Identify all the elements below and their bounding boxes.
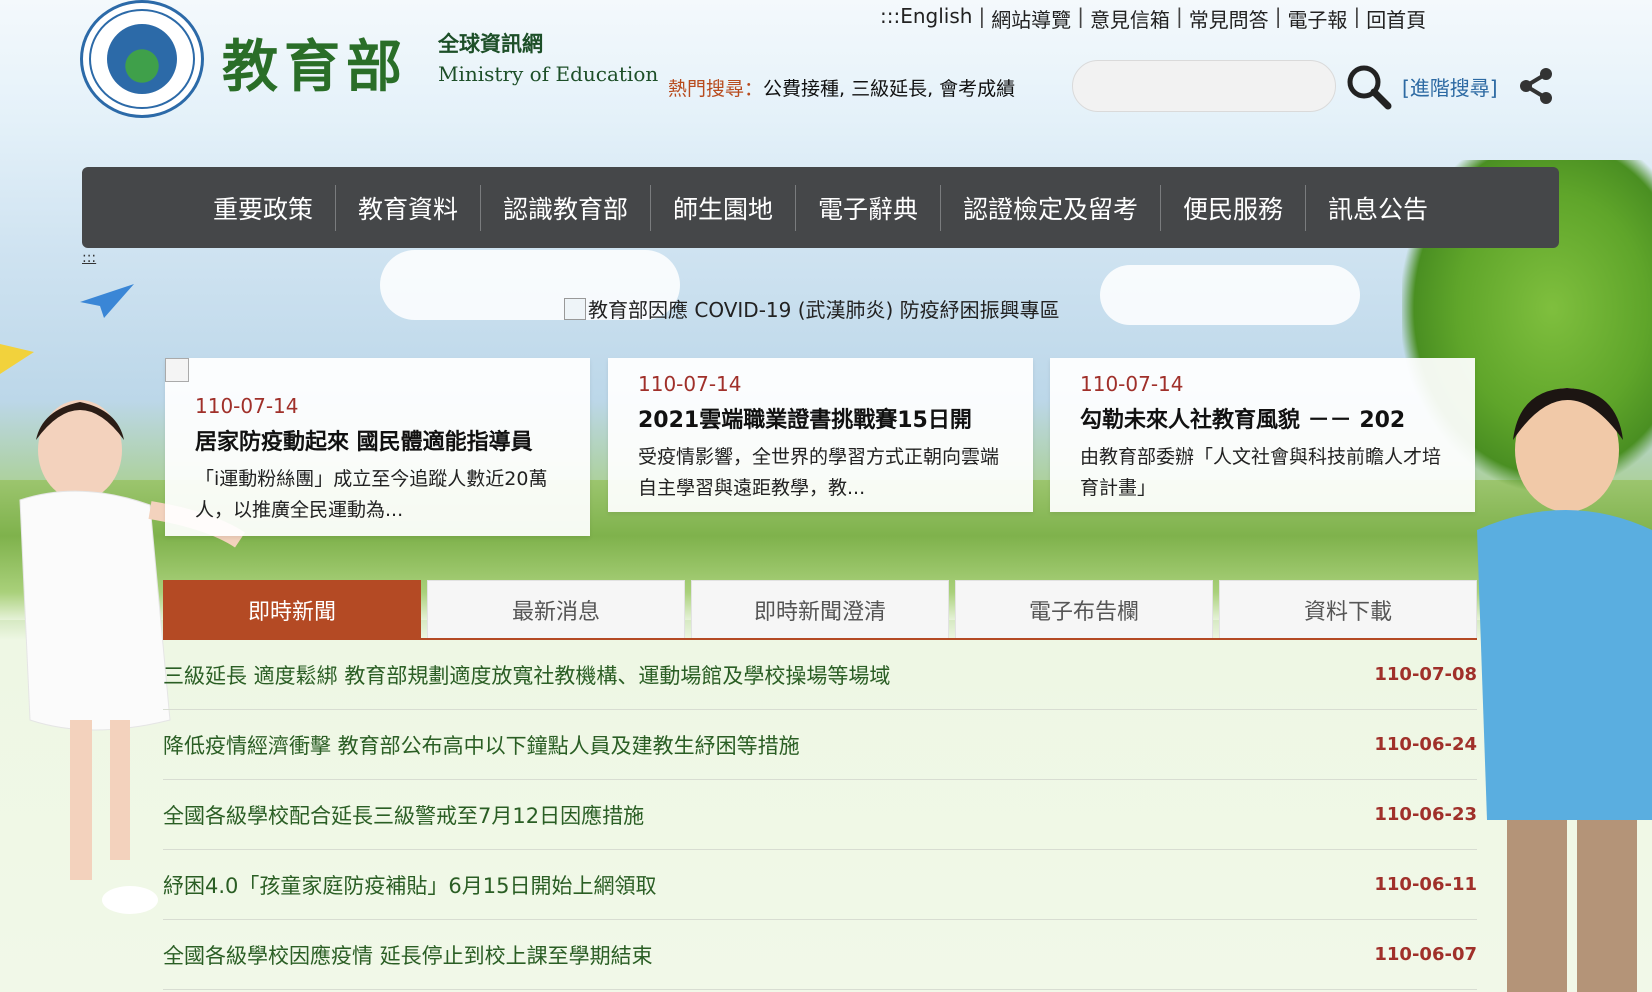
link-english[interactable]: :::English [880,4,972,33]
card-title[interactable]: 2021雲端職業證書挑戰賽15日開 [638,402,1003,434]
logo-subtitle-en: Ministry of Education [438,62,659,86]
news-list: 三級延長 適度鬆綁 教育部規劃適度放寬社教機構、運動場館及學校操場等場域 110… [163,640,1477,990]
tab-news-clarification[interactable]: 即時新聞澄清 [691,580,949,640]
news-title-link[interactable]: 紓困4.0「孩童家庭防疫補貼」6月15日開始上網領取 [163,870,656,900]
list-item: 降低疫情經濟衝擊 教育部公布高中以下鐘點人員及建教生紓困等措施 110-06-2… [163,710,1477,780]
separator: | [1274,4,1282,28]
tab-bulletin-board[interactable]: 電子布告欄 [955,580,1213,640]
news-card[interactable]: 110-07-14 居家防疫動起來 國民體適能指導員 「i運動粉絲團」成立至今追… [165,358,590,536]
list-item: 全國各級學校因應疫情 延長停止到校上課至學期結束 110-06-07 [163,920,1477,990]
separator: | [1175,4,1183,28]
tab-downloads[interactable]: 資料下載 [1219,580,1477,640]
news-title-link[interactable]: 三級延長 適度鬆綁 教育部規劃適度放寬社教機構、運動場館及學校操場等場域 [163,660,890,690]
card-title[interactable]: 居家防疫動起來 國民體適能指導員 [195,424,560,456]
nav-item-services[interactable]: 便民服務 [1161,190,1305,226]
nav-item-about[interactable]: 認識教育部 [481,190,650,226]
card-description: 「i運動粉絲團」成立至今追蹤人數近20萬人，以推廣全民運動為... [195,468,548,521]
separator: | [1353,4,1361,28]
advanced-search-link[interactable]: [進階搜尋] [1402,72,1498,101]
link-faq[interactable]: 常見問答 [1189,4,1269,33]
link-newsletter[interactable]: 電子報 [1287,4,1347,33]
news-title-link[interactable]: 全國各級學校配合延長三級警戒至7月12日因應措施 [163,800,644,830]
logo-subtitle-cn: 全球資訊網 [438,31,543,56]
separator: | [1077,4,1084,28]
news-title-link[interactable]: 降低疫情經濟衝擊 教育部公布高中以下鐘點人員及建教生紓困等措施 [163,730,800,760]
card-description: 由教育部委辦「人文社會與科技前瞻人才培育計畫」 [1080,446,1442,499]
accesskey-anchor[interactable]: ::: [82,250,96,266]
card-title[interactable]: 勾勒未來人社教育風貌 －－ 202 [1080,402,1445,434]
nav-item-teachers-students[interactable]: 師生園地 [651,190,795,226]
nav-item-dictionary[interactable]: 電子辭典 [796,190,940,226]
news-date: 110-07-08 [1374,664,1477,685]
image-placeholder-icon [564,297,586,320]
background-cloud [1100,265,1360,325]
top-links: :::English | 網站導覽 | 意見信箱 | 常見問答 | 電子報 | 回首頁 [880,4,1426,33]
nav-item-announcements[interactable]: 訊息公告 [1306,190,1450,226]
card-date: 110-07-14 [195,394,299,418]
tab-latest-news[interactable]: 最新消息 [427,580,685,640]
link-home[interactable]: 回首頁 [1366,4,1426,33]
hot-search: 熱門搜尋：公費接種, 三級延長, 會考成績 [668,74,1015,101]
nav-item-policy[interactable]: 重要政策 [191,190,335,226]
news-card[interactable]: 110-07-14 2021雲端職業證書挑戰賽15日開 受疫情影響，全世界的學習… [608,358,1033,512]
paper-plane-icon [80,284,134,318]
link-sitemap[interactable]: 網站導覽 [991,4,1071,33]
logo-title: 教育部 [222,34,408,100]
news-date: 110-06-23 [1374,804,1477,825]
list-item: 紓困4.0「孩童家庭防疫補貼」6月15日開始上網領取 110-06-11 [163,850,1477,920]
boy-illustration [1477,388,1652,992]
news-date: 110-06-07 [1374,944,1477,965]
card-date: 110-07-14 [1080,372,1184,396]
share-icon[interactable] [1516,66,1556,106]
news-title-link[interactable]: 全國各級學校因應疫情 延長停止到校上課至學期結束 [163,940,653,970]
card-description: 受疫情影響，全世界的學習方式正朝向雲端自主學習與遠距教學，教... [638,446,1000,499]
covid-zone-link[interactable]: 教育部因應 COVID-19 (武漢肺炎) 防疫紓困振興專區 [564,294,1060,323]
card-date: 110-07-14 [638,372,742,396]
tab-instant-news[interactable]: 即時新聞 [163,580,421,640]
separator: | [978,4,986,28]
search-icon[interactable] [1344,62,1392,110]
main-nav: 重要政策 教育資料 認識教育部 師生園地 電子辭典 認證檢定及留考 便民服務 訊… [82,167,1559,248]
list-item: 全國各級學校配合延長三級警戒至7月12日因應措施 110-06-23 [163,780,1477,850]
news-date: 110-06-11 [1374,874,1477,895]
link-feedback[interactable]: 意見信箱 [1090,4,1170,33]
covid-zone-label: 教育部因應 COVID-19 (武漢肺炎) 防疫紓困振興專區 [588,298,1060,322]
logo-subtitle: 全球資訊網 Ministry of Education [438,28,658,86]
news-tabs: 即時新聞 最新消息 即時新聞澄清 電子布告欄 資料下載 [163,580,1477,640]
list-item: 三級延長 適度鬆綁 教育部規劃適度放寬社教機構、運動場館及學校操場等場域 110… [163,640,1477,710]
nav-item-education-data[interactable]: 教育資料 [336,190,480,226]
logo-ring [89,9,195,109]
news-date: 110-06-24 [1374,734,1477,755]
kite-icon [0,344,34,374]
search-input[interactable] [1072,60,1336,112]
nav-item-certification[interactable]: 認證檢定及留考 [941,190,1160,226]
hot-search-terms[interactable]: 公費接種, 三級延長, 會考成績 [763,78,1015,100]
hot-search-label: 熱門搜尋： [668,78,764,100]
news-card[interactable]: 110-07-14 勾勒未來人社教育風貌 －－ 202 由教育部委辦「人文社會與… [1050,358,1475,512]
ministry-logo[interactable] [80,0,204,118]
image-placeholder-icon [165,358,189,382]
